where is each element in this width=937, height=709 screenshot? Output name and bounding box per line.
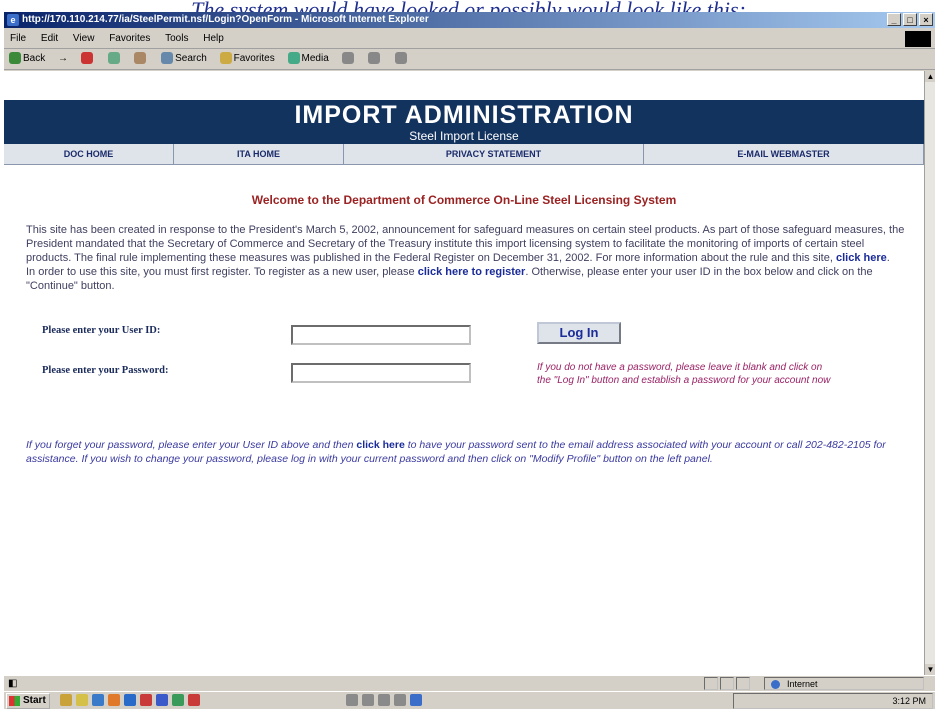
user-id-label: Please enter your User ID: xyxy=(42,325,161,336)
welcome-heading: Welcome to the Department of Commerce On… xyxy=(251,193,677,207)
search-button[interactable]: Search xyxy=(156,49,212,69)
status-cell xyxy=(720,677,734,690)
quick-launch xyxy=(58,692,202,709)
stop-button[interactable] xyxy=(76,49,100,69)
system-tray: 3:12 PM xyxy=(733,693,933,709)
clock: 3:12 PM xyxy=(892,696,926,706)
taskbar-app-icon[interactable] xyxy=(346,694,358,707)
favorites-icon xyxy=(219,52,232,65)
media-button[interactable]: Media xyxy=(283,49,334,69)
intro-text: This site has been created in response t… xyxy=(26,224,905,264)
quick-launch-icon[interactable] xyxy=(172,694,184,707)
scroll-down-icon[interactable]: ▼ xyxy=(925,664,935,675)
scroll-up-icon[interactable]: ▲ xyxy=(925,71,935,82)
register-text: In order to use this site, you must firs… xyxy=(26,266,415,278)
zone-label: Internet xyxy=(787,679,818,689)
page-title: IMPORT ADMINISTRATION xyxy=(294,101,634,129)
quick-launch-icon[interactable] xyxy=(124,694,136,707)
password-label: Please enter your Password: xyxy=(42,365,169,376)
minimize-button[interactable]: _ xyxy=(887,13,901,26)
menu-file[interactable]: File xyxy=(4,30,32,48)
menu-bar: File Edit View Favorites Tools Help xyxy=(4,30,935,49)
forward-button[interactable]: → xyxy=(53,49,73,69)
mail-icon xyxy=(368,52,381,65)
quick-launch-icon[interactable] xyxy=(156,694,168,707)
title-bar: e http://170.110.214.77/ia/SteelPermit.n… xyxy=(4,12,935,28)
vertical-scrollbar[interactable]: ▲ ▼ xyxy=(924,71,935,675)
status-bar: ◧ Internet xyxy=(4,675,935,692)
start-label: Start xyxy=(23,695,46,706)
rule-info-link[interactable]: click here xyxy=(836,252,887,264)
stop-icon xyxy=(80,52,93,65)
search-icon xyxy=(161,52,174,65)
nav-ita-home[interactable]: ITA HOME xyxy=(174,144,344,164)
header-banner: IMPORT ADMINISTRATION Steel Import Licen… xyxy=(4,100,924,144)
home-icon xyxy=(134,52,147,65)
browser-window: e http://170.110.214.77/ia/SteelPermit.n… xyxy=(4,12,935,709)
start-button[interactable]: Start xyxy=(6,693,50,709)
taskbar-app-icon[interactable] xyxy=(394,694,406,707)
forgot-text: If you forget your password, please ente… xyxy=(26,439,354,451)
windows-flag-icon xyxy=(9,696,20,706)
globe-icon xyxy=(771,680,780,689)
forgot-password-text: If you forget your password, please ente… xyxy=(26,438,906,466)
back-button[interactable]: Back xyxy=(4,49,50,69)
user-id-input[interactable] xyxy=(291,325,471,345)
nav-bar: DOC HOME ITA HOME PRIVACY STATEMENT E-MA… xyxy=(4,144,924,165)
quick-launch-icon[interactable] xyxy=(60,694,72,707)
page-subtitle: Steel Import License xyxy=(409,129,519,143)
ie-icon: e xyxy=(7,14,19,26)
menu-view[interactable]: View xyxy=(67,30,101,48)
taskbar-ie-icon[interactable] xyxy=(410,694,422,707)
back-icon xyxy=(9,52,21,65)
register-link[interactable]: click here to register xyxy=(418,266,526,278)
taskbar-apps xyxy=(344,692,424,709)
home-button[interactable] xyxy=(129,49,153,69)
history-icon xyxy=(341,52,354,65)
page-content: IMPORT ADMINISTRATION Steel Import Licen… xyxy=(4,71,924,675)
maximize-button[interactable]: □ xyxy=(903,13,917,26)
menu-favorites[interactable]: Favorites xyxy=(103,30,156,48)
intro-paragraph: This site has been created in response t… xyxy=(26,224,905,292)
menu-help[interactable]: Help xyxy=(197,30,230,48)
menu-edit[interactable]: Edit xyxy=(35,30,64,48)
taskbar-app-icon[interactable] xyxy=(362,694,374,707)
print-button[interactable] xyxy=(390,49,414,69)
taskbar-app-icon[interactable] xyxy=(378,694,390,707)
media-icon xyxy=(287,52,300,65)
refresh-icon xyxy=(107,52,120,65)
quick-launch-icon[interactable] xyxy=(92,694,104,707)
status-page-icon: ◧ xyxy=(8,678,18,689)
mail-button[interactable] xyxy=(363,49,387,69)
status-cell xyxy=(736,677,750,690)
nav-privacy-statement[interactable]: PRIVACY STATEMENT xyxy=(344,144,644,164)
security-zone: Internet xyxy=(764,677,924,690)
password-note: If you do not have a password, please le… xyxy=(537,362,831,386)
quick-launch-icon[interactable] xyxy=(188,694,200,707)
close-button[interactable]: × xyxy=(919,13,933,26)
history-button[interactable] xyxy=(337,49,361,69)
menu-tools[interactable]: Tools xyxy=(159,30,194,48)
forgot-password-link[interactable]: click here xyxy=(356,439,404,451)
window-controls: _ □ × xyxy=(887,13,933,26)
nav-email-webmaster[interactable]: E-MAIL WEBMASTER xyxy=(644,144,924,164)
quick-launch-icon[interactable] xyxy=(140,694,152,707)
nav-doc-home[interactable]: DOC HOME xyxy=(4,144,174,164)
status-cell xyxy=(704,677,718,690)
favorites-button[interactable]: Favorites xyxy=(215,49,280,69)
taskbar: Start 3:12 PM xyxy=(4,691,935,709)
window-title: http://170.110.214.77/ia/SteelPermit.nsf… xyxy=(22,14,429,25)
quick-launch-icon[interactable] xyxy=(108,694,120,707)
password-input[interactable] xyxy=(291,363,471,383)
quick-launch-icon[interactable] xyxy=(76,694,88,707)
refresh-button[interactable] xyxy=(103,49,127,69)
windows-logo-icon xyxy=(905,31,931,47)
login-button[interactable]: Log In xyxy=(537,322,621,344)
toolbar: Back → Search Favorites Media xyxy=(4,49,935,70)
print-icon xyxy=(395,52,408,65)
